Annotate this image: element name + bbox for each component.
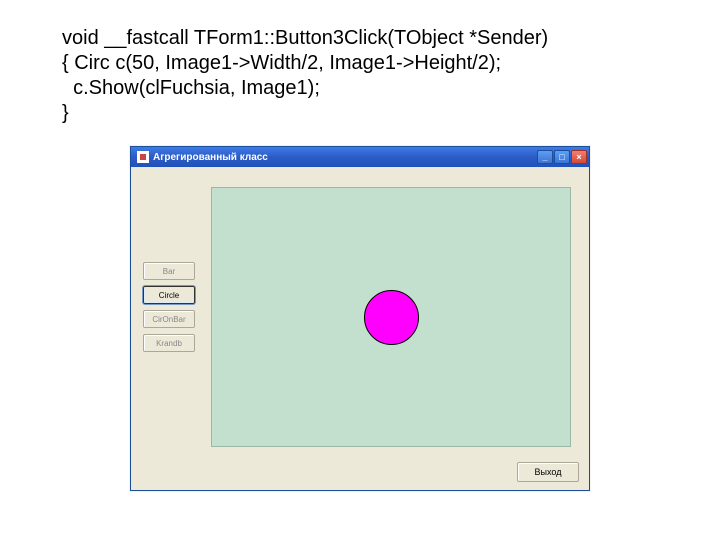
client-area: Bar Circle CirOnBar Krandb Выход xyxy=(131,167,589,490)
titlebar: Агрегированный класс _ □ × xyxy=(131,147,589,167)
app-icon xyxy=(137,151,149,163)
code-line-2: { Circ c(50, Image1->Width/2, Image1->He… xyxy=(62,52,501,74)
circle-button[interactable]: Circle xyxy=(143,286,195,304)
circonbar-button[interactable]: CirOnBar xyxy=(143,310,195,328)
code-line-4: } xyxy=(62,102,69,124)
side-button-column: Bar Circle CirOnBar Krandb xyxy=(143,262,195,352)
window-title: Агрегированный класс xyxy=(153,152,537,163)
fuchsia-circle xyxy=(364,290,419,345)
minimize-button[interactable]: _ xyxy=(537,150,553,164)
application-window: Агрегированный класс _ □ × Bar Circle Ci… xyxy=(130,146,590,491)
krandb-button[interactable]: Krandb xyxy=(143,334,195,352)
code-line-3: c.Show(clFuchsia, Image1); xyxy=(62,77,320,99)
maximize-button[interactable]: □ xyxy=(554,150,570,164)
exit-button[interactable]: Выход xyxy=(517,462,579,482)
code-block: void __fastcall TForm1::Button3Click(TOb… xyxy=(0,0,720,136)
bar-button[interactable]: Bar xyxy=(143,262,195,280)
image-canvas xyxy=(211,187,571,447)
code-line-1: void __fastcall TForm1::Button3Click(TOb… xyxy=(62,27,548,49)
close-button[interactable]: × xyxy=(571,150,587,164)
